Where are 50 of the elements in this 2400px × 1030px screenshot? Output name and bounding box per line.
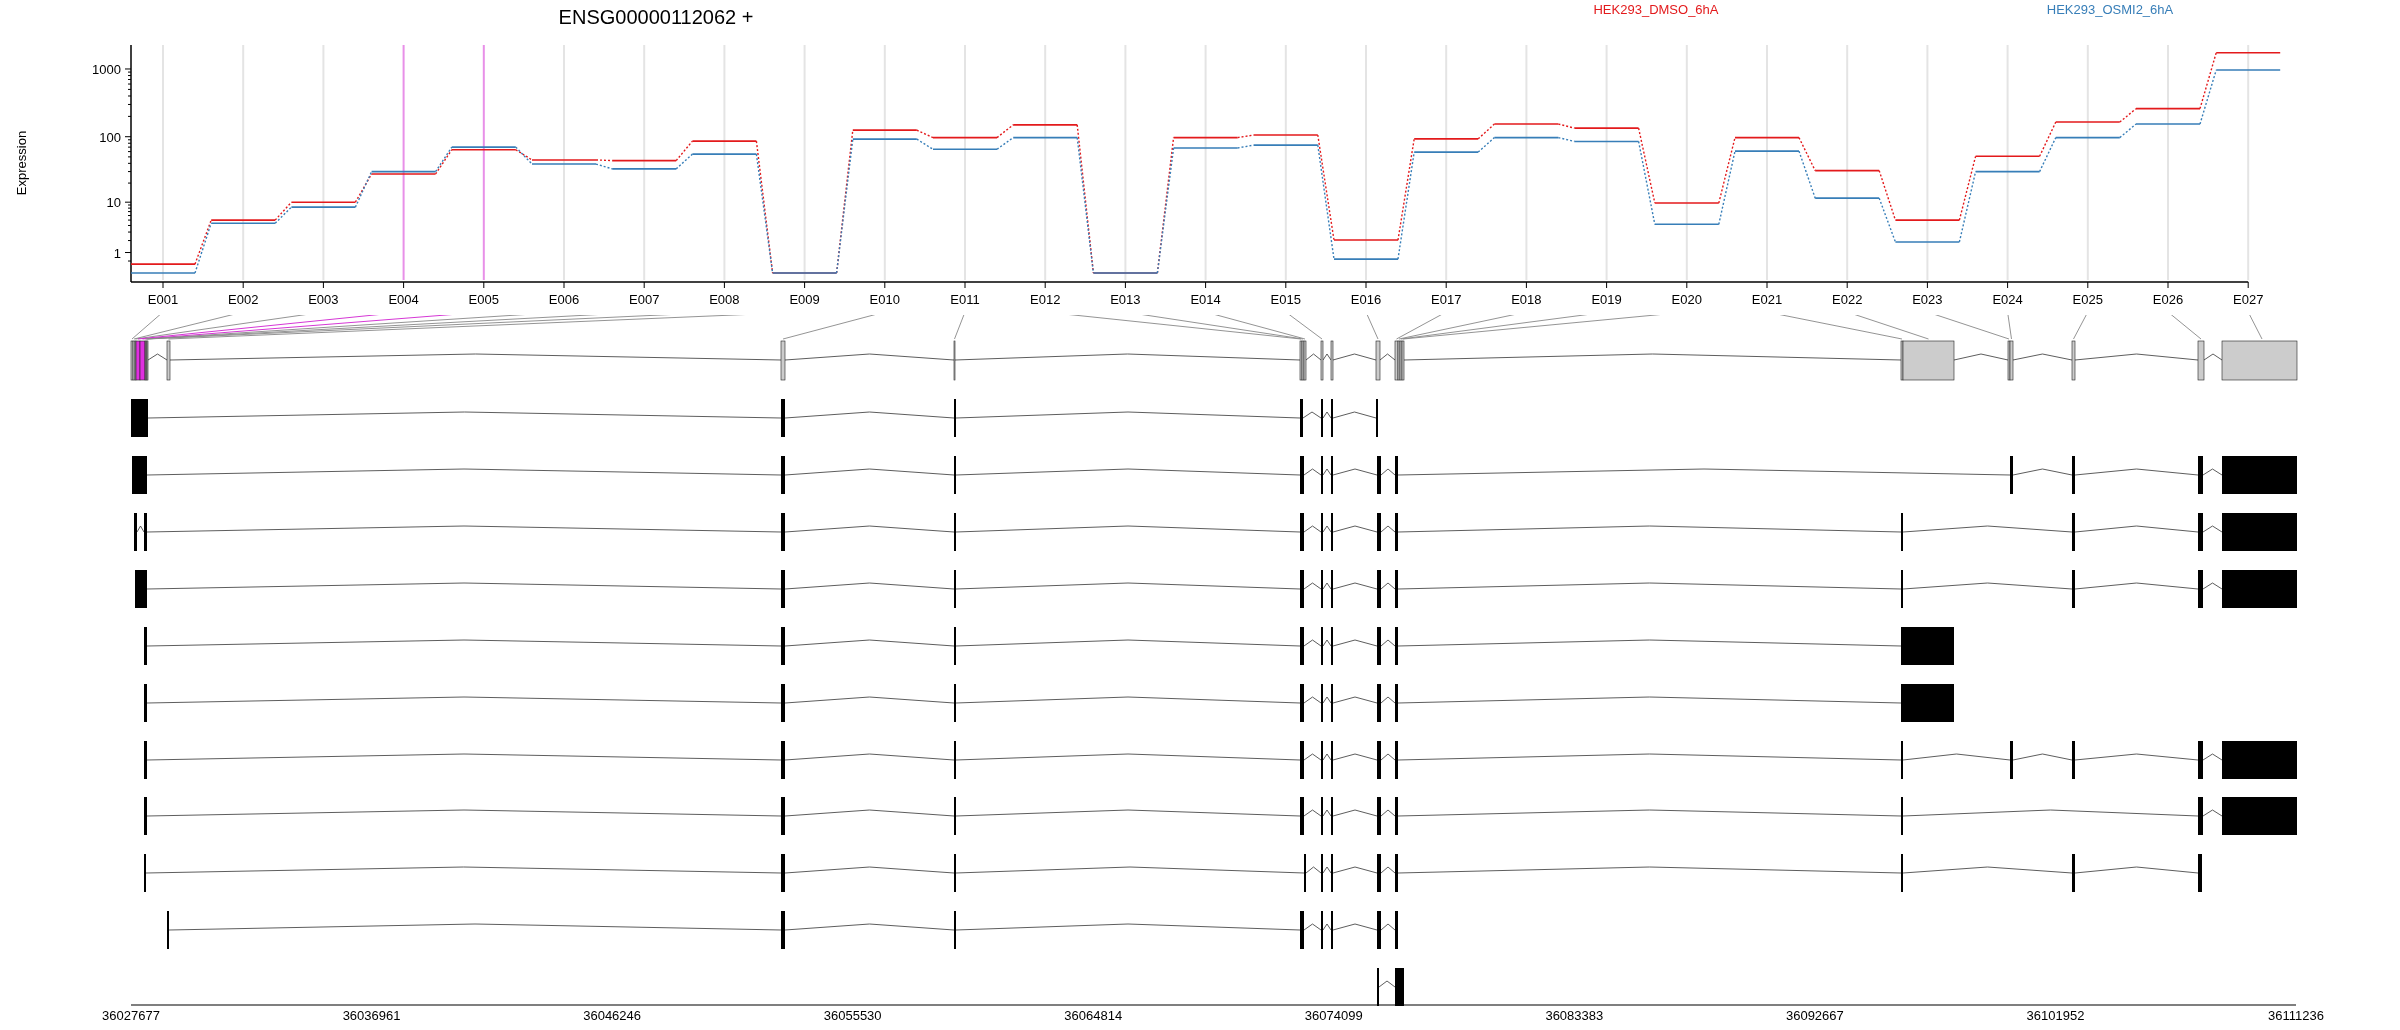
axis-tick-label: E014 [1190, 292, 1221, 307]
axis-tick-label: 36083383 [1545, 1008, 1604, 1023]
axis-tick-label: E008 [709, 292, 740, 307]
axis-title: Expression [14, 130, 29, 196]
axis-tick-label: E013 [1110, 292, 1141, 307]
axis-tick-label: E011 [950, 292, 980, 307]
axis-tick-label: E016 [1350, 292, 1382, 307]
axis-tick-label: 100 [99, 129, 121, 145]
transcript-model [1377, 968, 1404, 1006]
axis-tick-label: E007 [629, 292, 660, 307]
axis-tick-label: E021 [1751, 292, 1783, 307]
axis-tick-label: E010 [869, 292, 900, 307]
axis-tick-label: E012 [1030, 292, 1061, 307]
axis-tick-label: E004 [388, 292, 419, 307]
axis-tick-label: E022 [1832, 292, 1863, 307]
axis-tick-label: 36036961 [342, 1008, 401, 1023]
axis-tick-label: 36101952 [2026, 1008, 2085, 1023]
axis-tick-label: 36064814 [1064, 1008, 1123, 1023]
axis-tick-label: E006 [548, 292, 580, 307]
axis-tick-label: 36055530 [823, 1008, 882, 1023]
axis-tick-label: 10 [106, 195, 121, 211]
axis-tick-label: E001 [147, 292, 179, 307]
axis-tick-label: 36111236 [2268, 1008, 2324, 1023]
axis-tick-label: 1000 [92, 61, 121, 77]
axis-tick-label: E005 [468, 292, 499, 307]
axis-tick-label: E002 [228, 292, 259, 307]
axis-tick-label: E017 [1431, 292, 1462, 307]
leader-line [2247, 315, 2263, 340]
axis-tick-label: E027 [2233, 292, 2264, 307]
axis-tick-label: E019 [1591, 292, 1622, 307]
axis-tick-label: E018 [1511, 292, 1542, 307]
axis-tick-label: 1 [113, 245, 121, 261]
axis-tick-label: E020 [1671, 292, 1702, 307]
axis-tick-label: E015 [1270, 292, 1301, 307]
axis-tick-label: 36046246 [583, 1008, 642, 1023]
axis-tick-label: E003 [308, 292, 339, 307]
legend-label: HEK293_DMSO_6hA [1593, 2, 1719, 17]
leader-line [954, 315, 966, 340]
plot-title: ENSG00000112062 + [558, 6, 754, 28]
axis-tick-label: 36092667 [1785, 1008, 1844, 1023]
axis-tick-label: E023 [1912, 292, 1943, 307]
axis-tick-label: 36027677 [102, 1008, 160, 1023]
axis-tick-label: E009 [789, 292, 820, 307]
legend-label: HEK293_OSMI2_6hA [2046, 2, 2174, 17]
axis-tick-label: E024 [1992, 292, 2023, 307]
axis-tick-label: E025 [2072, 292, 2103, 307]
leader-line [1365, 315, 1379, 340]
axis-tick-label: E026 [2152, 292, 2184, 307]
axis-tick-label: 36074099 [1304, 1008, 1363, 1023]
leader-line [2073, 315, 2089, 340]
